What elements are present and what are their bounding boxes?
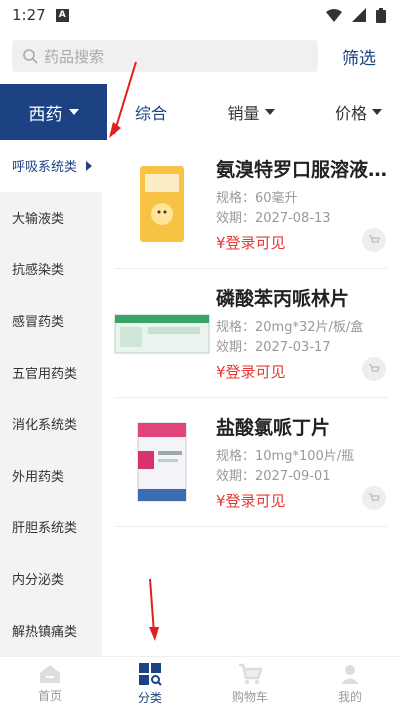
category-grid-icon — [139, 662, 162, 686]
sort-tab-label: 价格 — [334, 104, 367, 123]
notification-icon: A — [55, 8, 69, 22]
sidebar-item-label: 消化系统类 — [12, 418, 78, 434]
sidebar-item-label: 五官用药类 — [12, 366, 78, 382]
product-name: 盐酸氯哌丁片 — [216, 417, 331, 439]
sidebar-item-label: 肝胆系统类 — [12, 521, 78, 537]
sidebar-item[interactable]: 大输液类 — [0, 192, 102, 244]
nav-profile[interactable]: 我的 — [300, 657, 400, 710]
product-spec: 规格：20mg*32片/板/盒 — [216, 320, 364, 335]
product-image — [114, 156, 210, 252]
sidebar-item[interactable]: 肝胆系统类 — [0, 501, 102, 553]
product-spec: 规格：10mg*100片/瓶 — [216, 449, 355, 464]
chevron-right-icon — [86, 160, 92, 171]
sidebar-item-label: 抗感染类 — [12, 263, 65, 279]
sidebar-item[interactable]: 解热镇痛类 — [0, 604, 102, 656]
add-to-cart-button[interactable] — [362, 486, 386, 510]
sort-tab-comprehensive[interactable]: 综合 — [135, 100, 167, 124]
chevron-down-icon — [264, 109, 275, 115]
sort-tab-label: 销量 — [227, 104, 260, 123]
product-spec: 规格：60毫升 — [216, 191, 298, 206]
product-card[interactable]: 磷酸苯丙哌林片 规格：20mg*32片/板/盒 效期：2027-03-17 ¥登… — [114, 269, 388, 398]
product-name: 氨溴特罗口服溶液... — [216, 159, 388, 181]
cart-icon — [369, 364, 380, 372]
search-input[interactable]: 药品搜索 — [12, 40, 318, 72]
product-name: 磷酸苯丙哌林片 — [216, 288, 350, 310]
nav-cart[interactable]: 购物车 — [200, 657, 300, 710]
battery-icon — [376, 7, 386, 23]
sidebar-item-label: 大输液类 — [12, 211, 65, 227]
sidebar-item[interactable]: 外用药类 — [0, 450, 102, 502]
product-image — [114, 285, 210, 381]
nav-label: 首页 — [37, 688, 62, 703]
sidebar-item[interactable]: 五官用药类 — [0, 346, 102, 398]
product-expiry: 效期：2027-08-13 — [216, 211, 331, 226]
sidebar-item[interactable]: 消化系统类 — [0, 398, 102, 450]
nav-home[interactable]: 首页 — [0, 657, 100, 710]
sidebar-item-label: 外用药类 — [12, 469, 65, 485]
category-dropdown[interactable]: 西药 — [0, 84, 107, 140]
add-to-cart-button[interactable] — [362, 357, 386, 381]
product-card[interactable]: 氨溴特罗口服溶液... 规格：60毫升 效期：2027-08-13 ¥登录可见 — [114, 140, 388, 269]
category-sidebar: 呼吸系统类 大输液类 抗感染类 感冒药类 五官用药类 消化系统类 外用药类 肝胆… — [0, 140, 102, 682]
wifi-icon — [326, 8, 342, 22]
chevron-down-icon — [371, 109, 382, 115]
search-icon — [23, 49, 38, 64]
sidebar-item[interactable]: 内分泌类 — [0, 553, 102, 605]
sidebar-item[interactable]: 呼吸系统类 — [0, 140, 102, 192]
product-expiry: 效期：2027-03-17 — [216, 340, 331, 355]
nav-label: 购物车 — [231, 689, 268, 704]
product-image — [114, 414, 210, 510]
chevron-down-icon — [68, 109, 79, 115]
sort-tab-label: 综合 — [135, 104, 168, 123]
nav-category[interactable]: 分类 — [100, 657, 200, 710]
bottom-nav: 首页 分类 购物车 我的 — [0, 656, 400, 710]
sidebar-item-label: 解热镇痛类 — [12, 624, 78, 640]
signal-icon — [352, 8, 366, 22]
user-icon — [341, 664, 359, 684]
sort-tab-sales[interactable]: 销量 — [227, 100, 275, 124]
product-expiry: 效期：2027-09-01 — [216, 469, 331, 484]
nav-label: 分类 — [137, 690, 162, 705]
add-to-cart-button[interactable] — [362, 228, 386, 252]
nav-label: 我的 — [337, 689, 362, 704]
product-card[interactable]: 盐酸氯哌丁片 规格：10mg*100片/瓶 效期：2027-09-01 ¥登录可… — [114, 398, 388, 527]
sidebar-item-label: 呼吸系统类 — [12, 160, 78, 176]
sidebar-item[interactable]: 感冒药类 — [0, 295, 102, 347]
status-bar: 1:27 A — [0, 0, 400, 30]
category-label: 西药 — [28, 104, 63, 125]
filter-button[interactable]: 筛选 — [318, 44, 388, 69]
home-icon — [40, 664, 60, 683]
cart-icon — [369, 235, 380, 243]
status-time: 1:27 — [12, 6, 46, 24]
cart-icon — [239, 663, 262, 684]
cart-icon — [369, 493, 380, 501]
sidebar-item[interactable]: 抗感染类 — [0, 243, 102, 295]
search-placeholder: 药品搜索 — [44, 47, 105, 66]
sort-tab-price[interactable]: 价格 — [335, 100, 382, 124]
sidebar-item-label: 感冒药类 — [12, 315, 65, 331]
sidebar-item-label: 内分泌类 — [12, 573, 65, 589]
product-list: 氨溴特罗口服溶液... 规格：60毫升 效期：2027-08-13 ¥登录可见 … — [102, 140, 400, 682]
